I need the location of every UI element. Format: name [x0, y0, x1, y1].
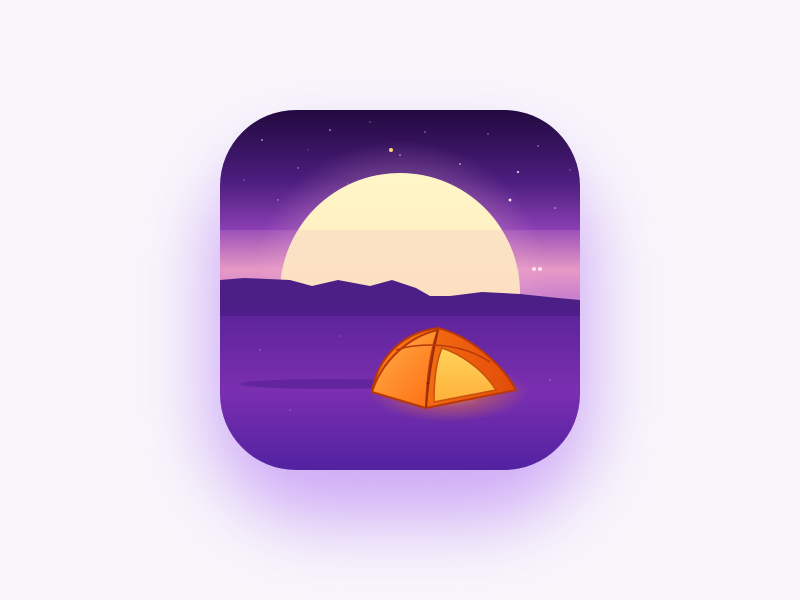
canvas	[0, 0, 800, 600]
app-icon[interactable]	[220, 110, 580, 470]
camping-tent-night-icon	[220, 110, 580, 470]
